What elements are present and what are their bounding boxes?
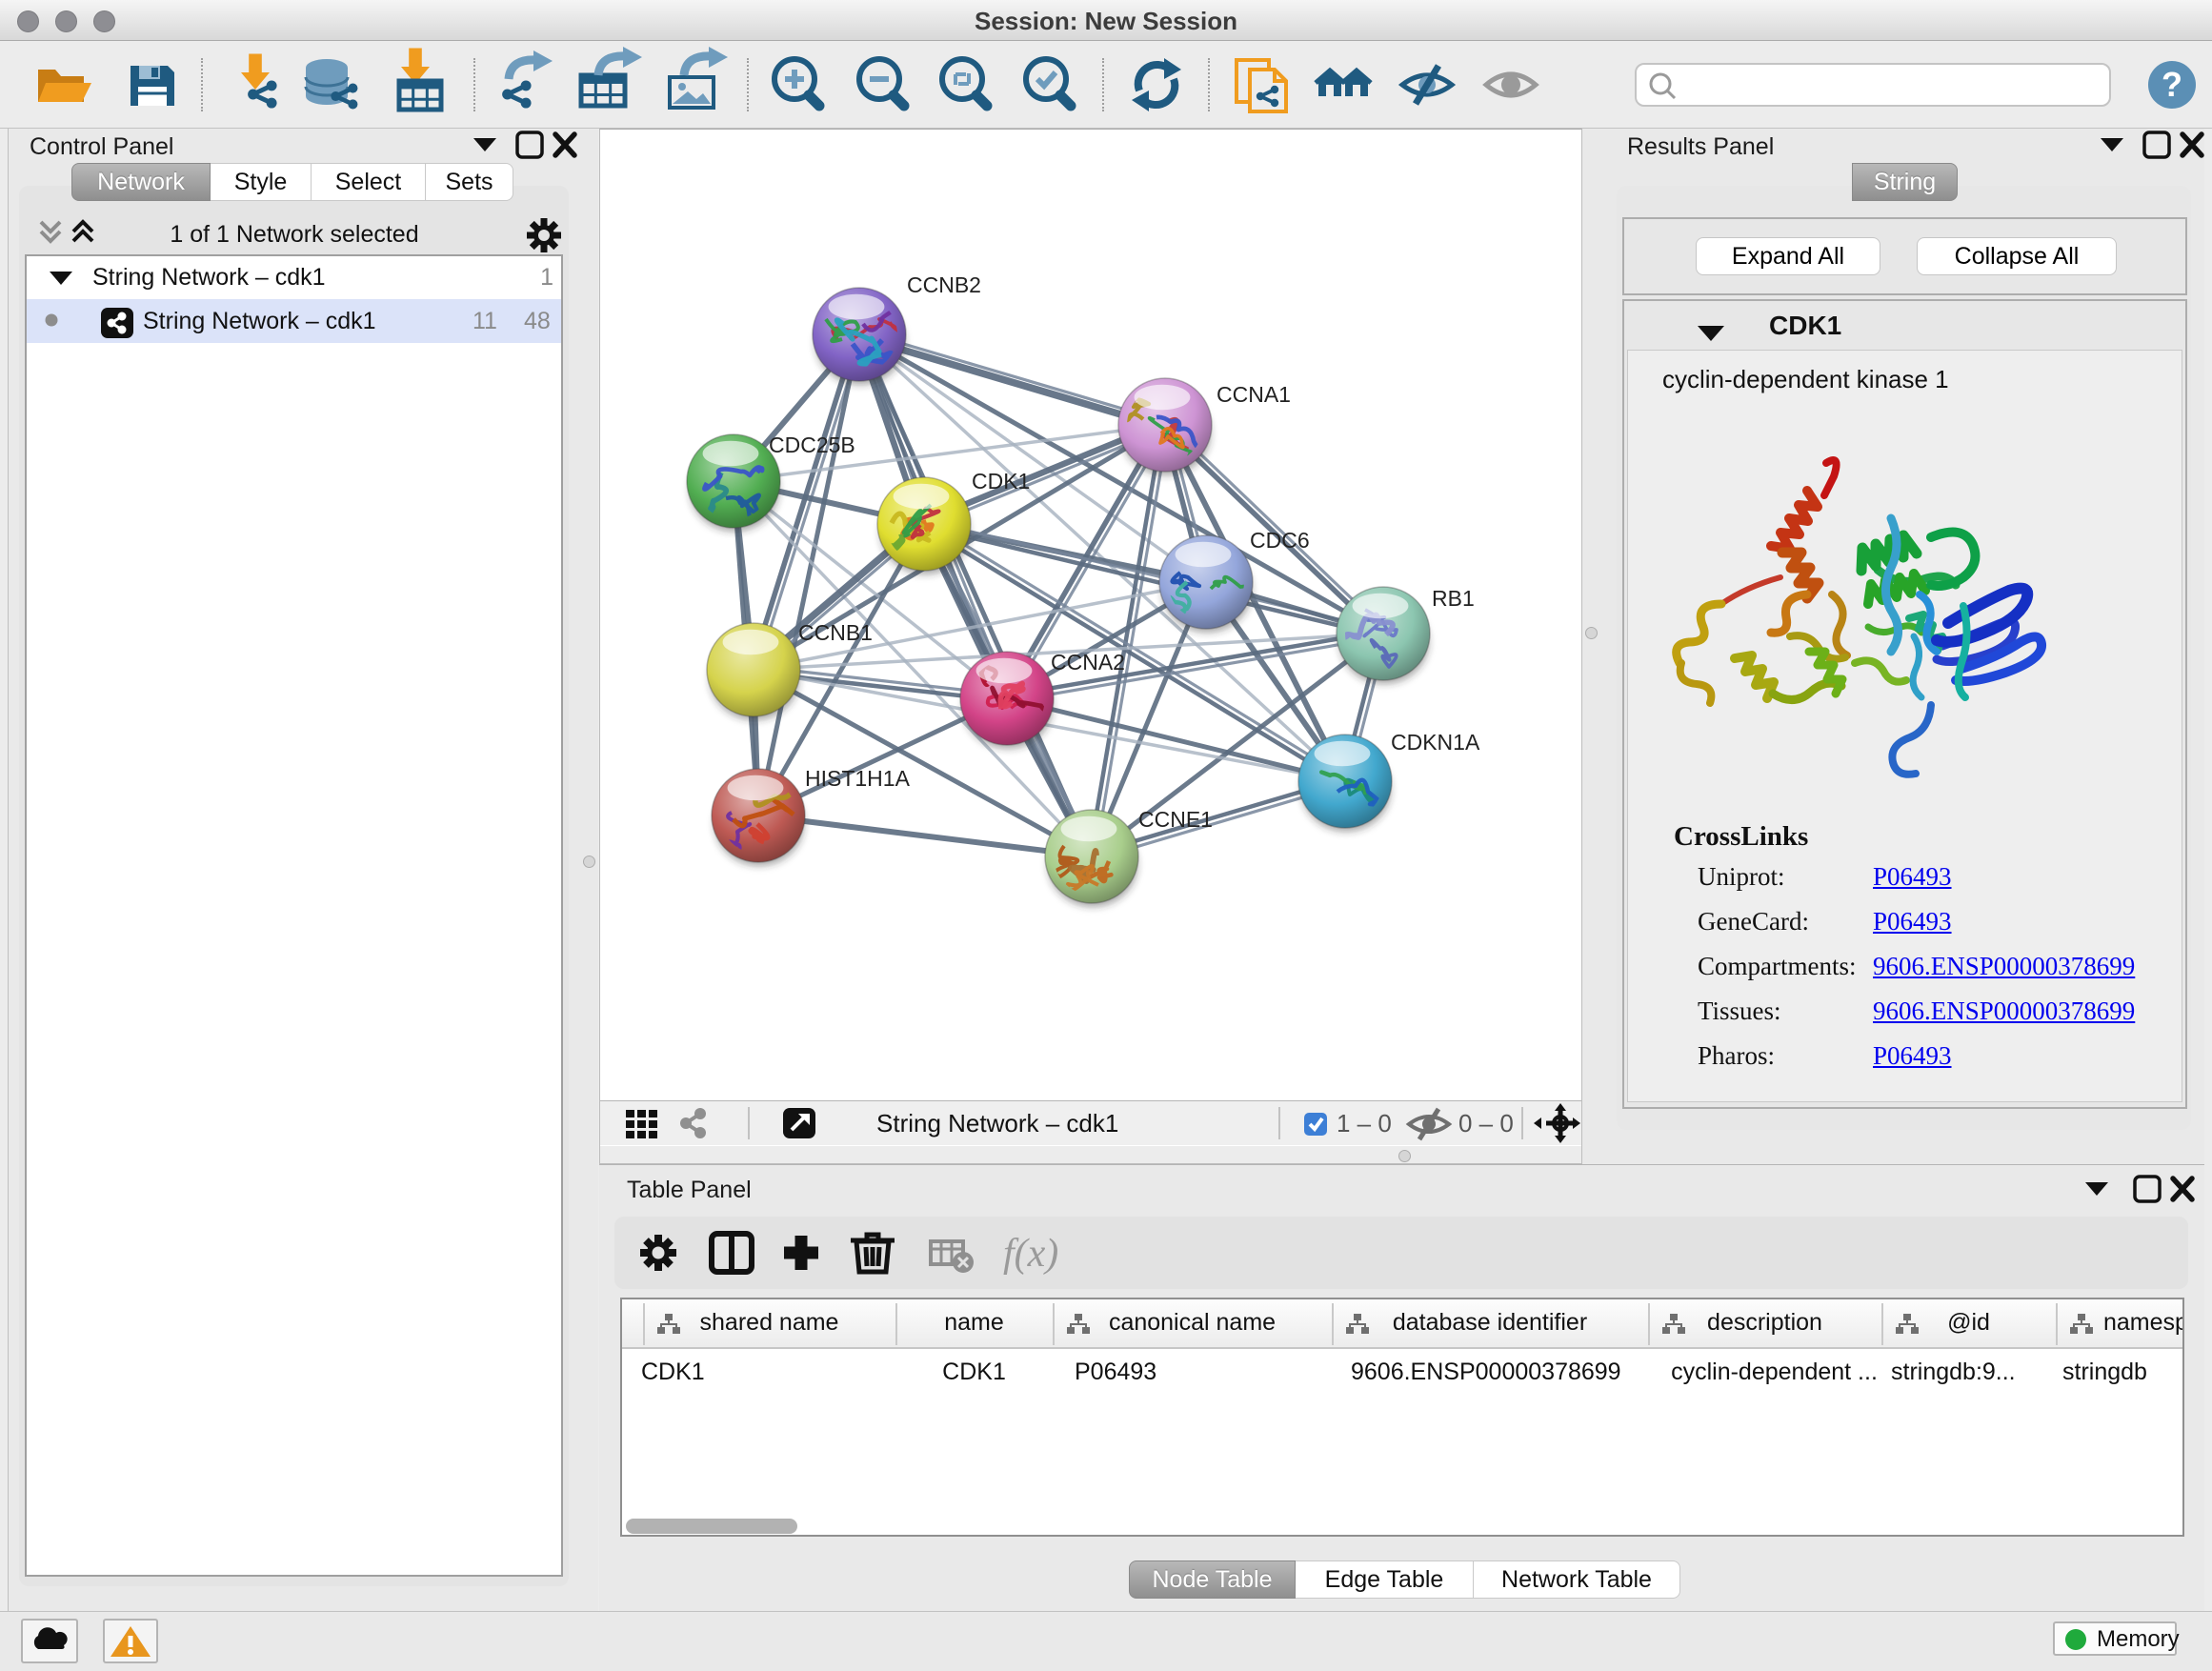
svg-text:CDKN1A: CDKN1A [1391, 730, 1480, 755]
svg-text:HIST1H1A: HIST1H1A [805, 766, 911, 791]
svg-text:CCNB2: CCNB2 [907, 272, 981, 297]
svg-text:RB1: RB1 [1432, 586, 1475, 611]
svg-text:CDK1: CDK1 [972, 469, 1030, 493]
svg-text:CDC6: CDC6 [1250, 528, 1310, 553]
svg-text:CDC25B: CDC25B [769, 433, 855, 457]
svg-text:CCNA1: CCNA1 [1217, 382, 1291, 407]
svg-text:?: ? [2162, 65, 2182, 104]
svg-text:CCNB1: CCNB1 [798, 620, 873, 645]
svg-text:f(x): f(x) [1003, 1232, 1058, 1276]
svg-text:CCNA2: CCNA2 [1051, 650, 1125, 674]
svg-text:CCNE1: CCNE1 [1138, 807, 1213, 832]
